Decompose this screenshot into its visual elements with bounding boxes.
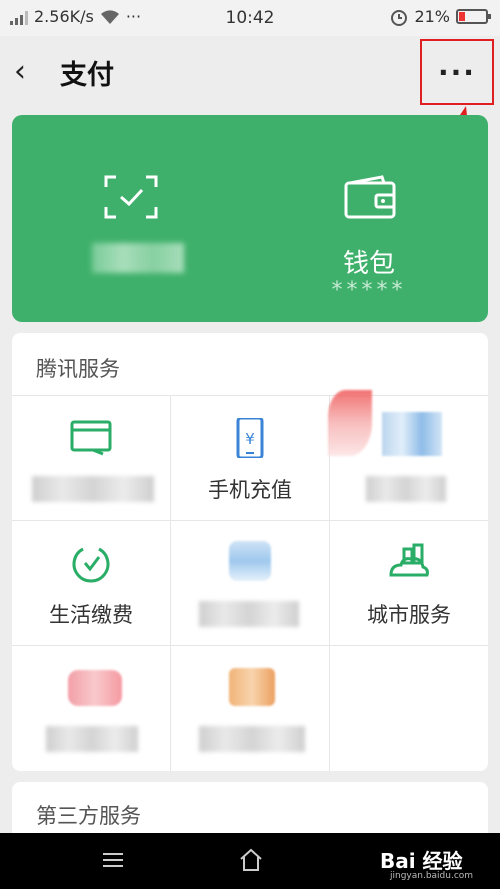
service-blurred[interactable] — [328, 390, 488, 521]
blurred-icon — [68, 670, 122, 706]
blurred-label — [366, 476, 446, 502]
blurred-icon — [328, 390, 372, 456]
wallet-label: 钱包 — [342, 249, 395, 279]
status-right: 21% — [390, 7, 491, 26]
life-payment-icon — [72, 547, 110, 583]
svg-text:¥: ¥ — [245, 430, 255, 448]
scan-check-icon — [104, 175, 158, 219]
blurred-label — [199, 726, 305, 752]
nav-header: ‹ 支付 ··· — [0, 36, 500, 106]
section-title: 腾讯服务 — [36, 357, 120, 381]
service-blurred[interactable] — [171, 521, 330, 646]
blurred-icon — [382, 412, 442, 456]
empty-cell — [330, 646, 488, 771]
service-card-payment[interactable] — [12, 396, 171, 521]
back-button[interactable]: ‹ — [14, 54, 26, 89]
section-title: 第三方服务 — [36, 804, 141, 828]
status-bar: 2.56K/s ··· 10:42 21% — [0, 0, 500, 36]
city-service-icon — [389, 543, 429, 577]
system-nav-bar: Bai 经验 jingyan.baidu.com — [0, 833, 500, 889]
card-icon — [70, 420, 112, 456]
blurred-label — [199, 601, 299, 627]
grid-row — [12, 645, 488, 771]
wallet-icon — [344, 175, 396, 219]
page-title: 支付 — [60, 60, 114, 91]
service-label: 手机充值 — [208, 478, 292, 502]
blurred-label — [46, 726, 138, 752]
tencent-services-panel: 腾讯服务 ¥ 手机充值 生活缴费 城市服务 — [12, 333, 488, 771]
service-phone-topup[interactable]: ¥ 手机充值 — [171, 396, 330, 521]
service-life-payment[interactable]: 生活缴费 — [12, 521, 171, 646]
services-grid: ¥ 手机充值 生活缴费 城市服务 — [12, 390, 488, 771]
wallet-section[interactable]: 钱包 ***** — [250, 115, 488, 322]
battery-icon — [456, 9, 491, 24]
wallet-balance: ***** — [331, 278, 407, 303]
watermark-logo: Bai 经验 — [380, 849, 463, 873]
battery-percent: 21% — [414, 7, 450, 26]
watermark-url: jingyan.baidu.com — [390, 871, 474, 881]
service-blurred[interactable] — [171, 646, 330, 771]
service-blurred[interactable] — [12, 646, 171, 771]
service-city-service[interactable]: 城市服务 — [330, 521, 488, 646]
home-icon[interactable] — [238, 847, 264, 873]
grid-row: ¥ 手机充值 — [12, 390, 488, 521]
service-label: 城市服务 — [367, 603, 451, 627]
service-label: 生活缴费 — [49, 603, 133, 627]
menu-icon[interactable] — [103, 853, 123, 867]
grid-row: 生活缴费 城市服务 — [12, 520, 488, 646]
blurred-icon — [229, 668, 275, 706]
phone-topup-icon: ¥ — [236, 418, 264, 458]
more-options-button[interactable]: ··· — [420, 39, 494, 105]
blurred-icon — [229, 541, 271, 581]
payment-card: 钱包 ***** — [12, 115, 488, 322]
alarm-icon — [391, 9, 408, 26]
blurred-label — [92, 243, 184, 273]
receive-payment-section[interactable] — [12, 115, 250, 322]
blurred-label — [32, 476, 154, 502]
